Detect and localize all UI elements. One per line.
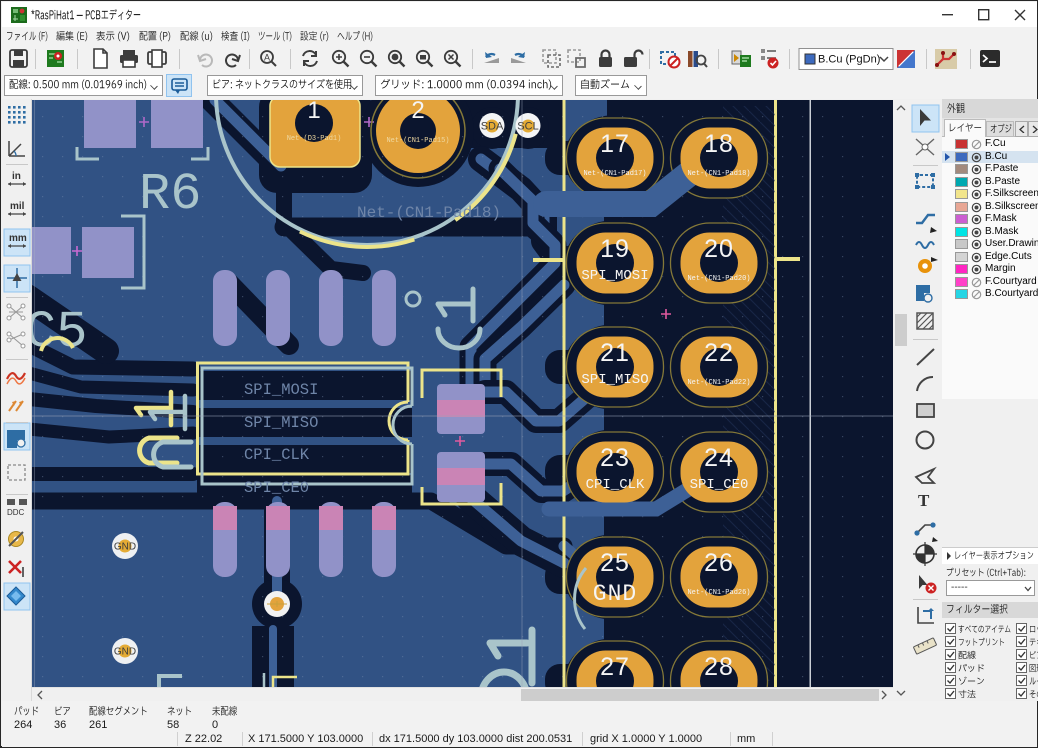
svg-text:27: 27 [600,653,630,681]
svg-text:SPI_MISO: SPI_MISO [244,414,318,432]
svg-text:T: T [918,491,930,510]
svg-text:26: 26 [704,549,734,577]
svg-text:B.Cu (PgDn): B.Cu (PgDn) [818,54,880,66]
svg-text:mm: mm [9,233,27,244]
svg-text:GND: GND [593,581,637,607]
svg-text:25: 25 [600,549,630,577]
svg-text:20: 20 [704,235,734,263]
svg-text:28: 28 [704,653,734,681]
svg-text:Net-(CN1-Pad18): Net-(CN1-Pad18) [357,204,501,222]
svg-text:Net-(CN1-Pad17): Net-(CN1-Pad17) [583,170,646,178]
svg-text:Net-(D3-Pad1): Net-(D3-Pad1) [287,135,342,143]
svg-text:SPI_CE0: SPI_CE0 [244,479,309,497]
svg-text:Net-(CN1-Pad26): Net-(CN1-Pad26) [687,589,750,597]
svg-text:Net-(CN1-Pad15): Net-(CN1-Pad15) [386,137,449,145]
svg-text:SDA: SDA [481,121,504,133]
svg-text:22: 22 [704,339,734,367]
svg-text:CPI_CLK: CPI_CLK [244,446,310,464]
svg-text:CPI_CLK: CPI_CLK [586,477,645,493]
svg-text:SPI_MISO: SPI_MISO [581,372,648,388]
svg-text:SCL: SCL [517,121,538,133]
svg-text:C5: C5 [32,303,87,362]
svg-text:23: 23 [600,444,630,472]
svg-text:Net-(CN1-Pad18): Net-(CN1-Pad18) [687,170,750,178]
svg-text:SPI_CE0: SPI_CE0 [690,477,749,493]
svg-text:Net-(CN1-Pad22): Net-(CN1-Pad22) [687,379,750,387]
svg-text:SPI_MOSI: SPI_MOSI [581,268,648,284]
svg-text:GND: GND [114,542,136,553]
svg-text:mil: mil [10,201,25,212]
svg-text:1: 1 [307,100,320,124]
svg-text:GND: GND [114,647,136,658]
svg-text:DDC: DDC [7,508,25,517]
svg-text:R6: R6 [139,165,201,224]
svg-text:17: 17 [600,130,630,158]
svg-text:24: 24 [704,444,734,472]
svg-text:SPI_MOSI: SPI_MOSI [244,381,318,399]
svg-text:Net-(CN1-Pad20): Net-(CN1-Pad20) [687,275,750,283]
svg-text:19: 19 [600,235,630,263]
svg-text:2: 2 [411,100,424,124]
svg-text:21: 21 [600,339,630,367]
svg-text:A: A [264,53,270,63]
svg-text:18: 18 [704,130,734,158]
svg-text:in: in [12,171,21,182]
